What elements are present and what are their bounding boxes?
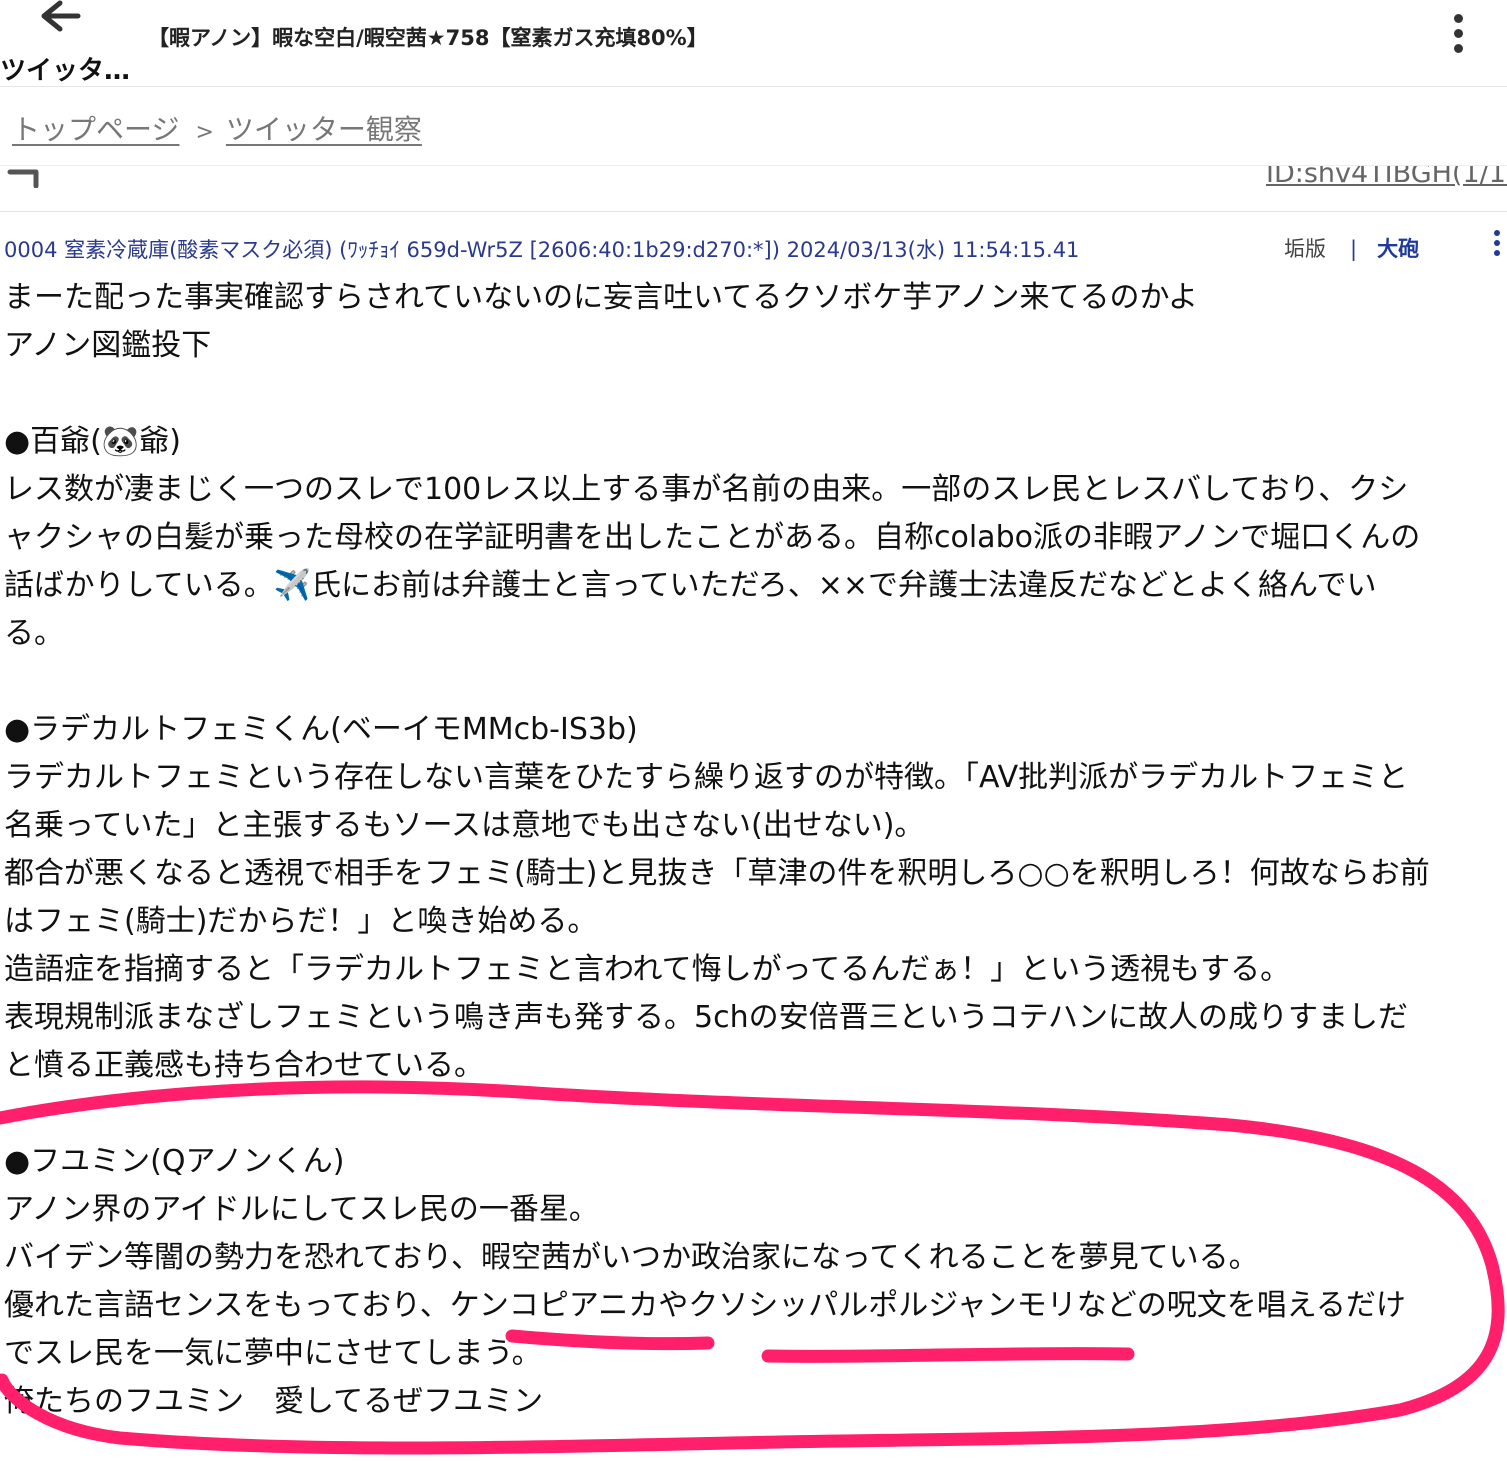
edit-button[interactable]: 垢版 bbox=[1284, 237, 1326, 261]
post-line: 造語症を指摘すると「ラデカルトフェミと言われて悔しがってるんだぁ！」という透視も… bbox=[4, 952, 1291, 987]
breadcrumb-separator: > bbox=[195, 120, 214, 145]
post-line: と憤る正義感も持ち合わせている。 bbox=[4, 1048, 484, 1083]
arrow-left-icon bbox=[41, 0, 81, 32]
breadcrumb-home-link[interactable]: トップページ bbox=[12, 113, 179, 146]
more-vertical-icon bbox=[1453, 14, 1463, 23]
post-line: 表現規制派まなざしフェミという鳴き声も発する。5chの安倍晋三というコテハンに故… bbox=[4, 1000, 1408, 1035]
thread-title: 【暇アノン】暇な空白/暇空茜★758【窒素ガス充填80%】 bbox=[148, 26, 708, 50]
breadcrumb: トップページ > ツイッター観察 bbox=[12, 108, 422, 148]
cannon-button[interactable]: 大砲 bbox=[1377, 237, 1419, 261]
section-heading: ●百爺(🐼爺) bbox=[4, 424, 181, 459]
post-line: 俺たちのフユミン 愛してるぜフユミン bbox=[4, 1384, 544, 1419]
post-body: まーた配った事実確認すらされていないのに妄言吐いてるクソボケ芋アノン来てるのかよ… bbox=[4, 274, 1504, 1426]
post-line: 優れた言語センスをもっており、ケンコピアニカやクソシッパルポルジャンモリなどの呪… bbox=[4, 1288, 1406, 1323]
previous-post-id[interactable]: ID:shv4TIBGH(1/12 bbox=[1266, 166, 1507, 189]
post-more-button[interactable] bbox=[1490, 230, 1504, 260]
action-separator: | bbox=[1350, 237, 1358, 261]
post-line: ャクシャの白髪が乗った母校の在学証明書を出したことがある。自称colabo派の非… bbox=[4, 520, 1421, 555]
app-header: ツイッタ… 【暇アノン】暇な空白/暇空茜★758【窒素ガス充填80%】 bbox=[0, 0, 1507, 87]
post-header[interactable]: 0004 窒素冷蔵庫(酸素マスク必須) (ﾜｯﾁｮｲ 659d-Wr5Z [26… bbox=[4, 234, 1079, 264]
post-line: レス数が凄まじく一つのスレで100レス以上する事が名前の由来。一部のスレ民とレス… bbox=[4, 472, 1409, 507]
post-line: ラデカルトフェミという存在しない言葉をひたすら繰り返すのが特徴。「AV批判派がラ… bbox=[4, 760, 1409, 795]
post-line: はフェミ(騎士)だからだ！」と喚き始める。 bbox=[4, 904, 598, 939]
more-vertical-icon bbox=[1494, 230, 1500, 236]
post-line: アノン図鑑投下 bbox=[4, 328, 212, 363]
post-line: る。 bbox=[4, 616, 64, 651]
section-heading: ●フユミン(Qアノンくん) bbox=[4, 1144, 345, 1179]
back-button[interactable] bbox=[30, 0, 90, 40]
more-options-button[interactable] bbox=[1444, 14, 1472, 58]
post-line: でスレ民を一気に夢中にさせてしまう。 bbox=[4, 1336, 542, 1371]
breadcrumb-category-link[interactable]: ツイッター観察 bbox=[226, 113, 422, 146]
reply-icon[interactable] bbox=[6, 166, 40, 188]
post-line: 話ばかりしている。✈️氏にお前は弁護士と言っていただろ、××で弁護士法違反だなど… bbox=[4, 568, 1377, 603]
post-line: 名乗っていた」と主張するもソースは意地でも出さない(出せない)。 bbox=[4, 808, 925, 843]
section-heading: ●ラデカルトフェミくん(ベーイモMMcb-IS3b) bbox=[4, 712, 638, 747]
previous-post-strip: ID:shv4TIBGH(1/12 bbox=[0, 165, 1507, 212]
post-line: バイデン等闇の勢力を恐れており、暇空茜がいつか政治家になってくれることを夢見てい… bbox=[4, 1240, 1259, 1275]
post-line: まーた配った事実確認すらされていないのに妄言吐いてるクソボケ芋アノン来てるのかよ bbox=[4, 280, 1198, 315]
back-label[interactable]: ツイッタ… bbox=[0, 50, 130, 87]
post-line: アノン界のアイドルにしてスレ民の一番星。 bbox=[4, 1192, 599, 1227]
post-line: 都合が悪くなると透視で相手をフェミ(騎士)と見抜き「草津の件を釈明しろ○○を釈明… bbox=[4, 856, 1430, 891]
post-actions: 垢版 | 大砲 bbox=[1284, 233, 1419, 263]
